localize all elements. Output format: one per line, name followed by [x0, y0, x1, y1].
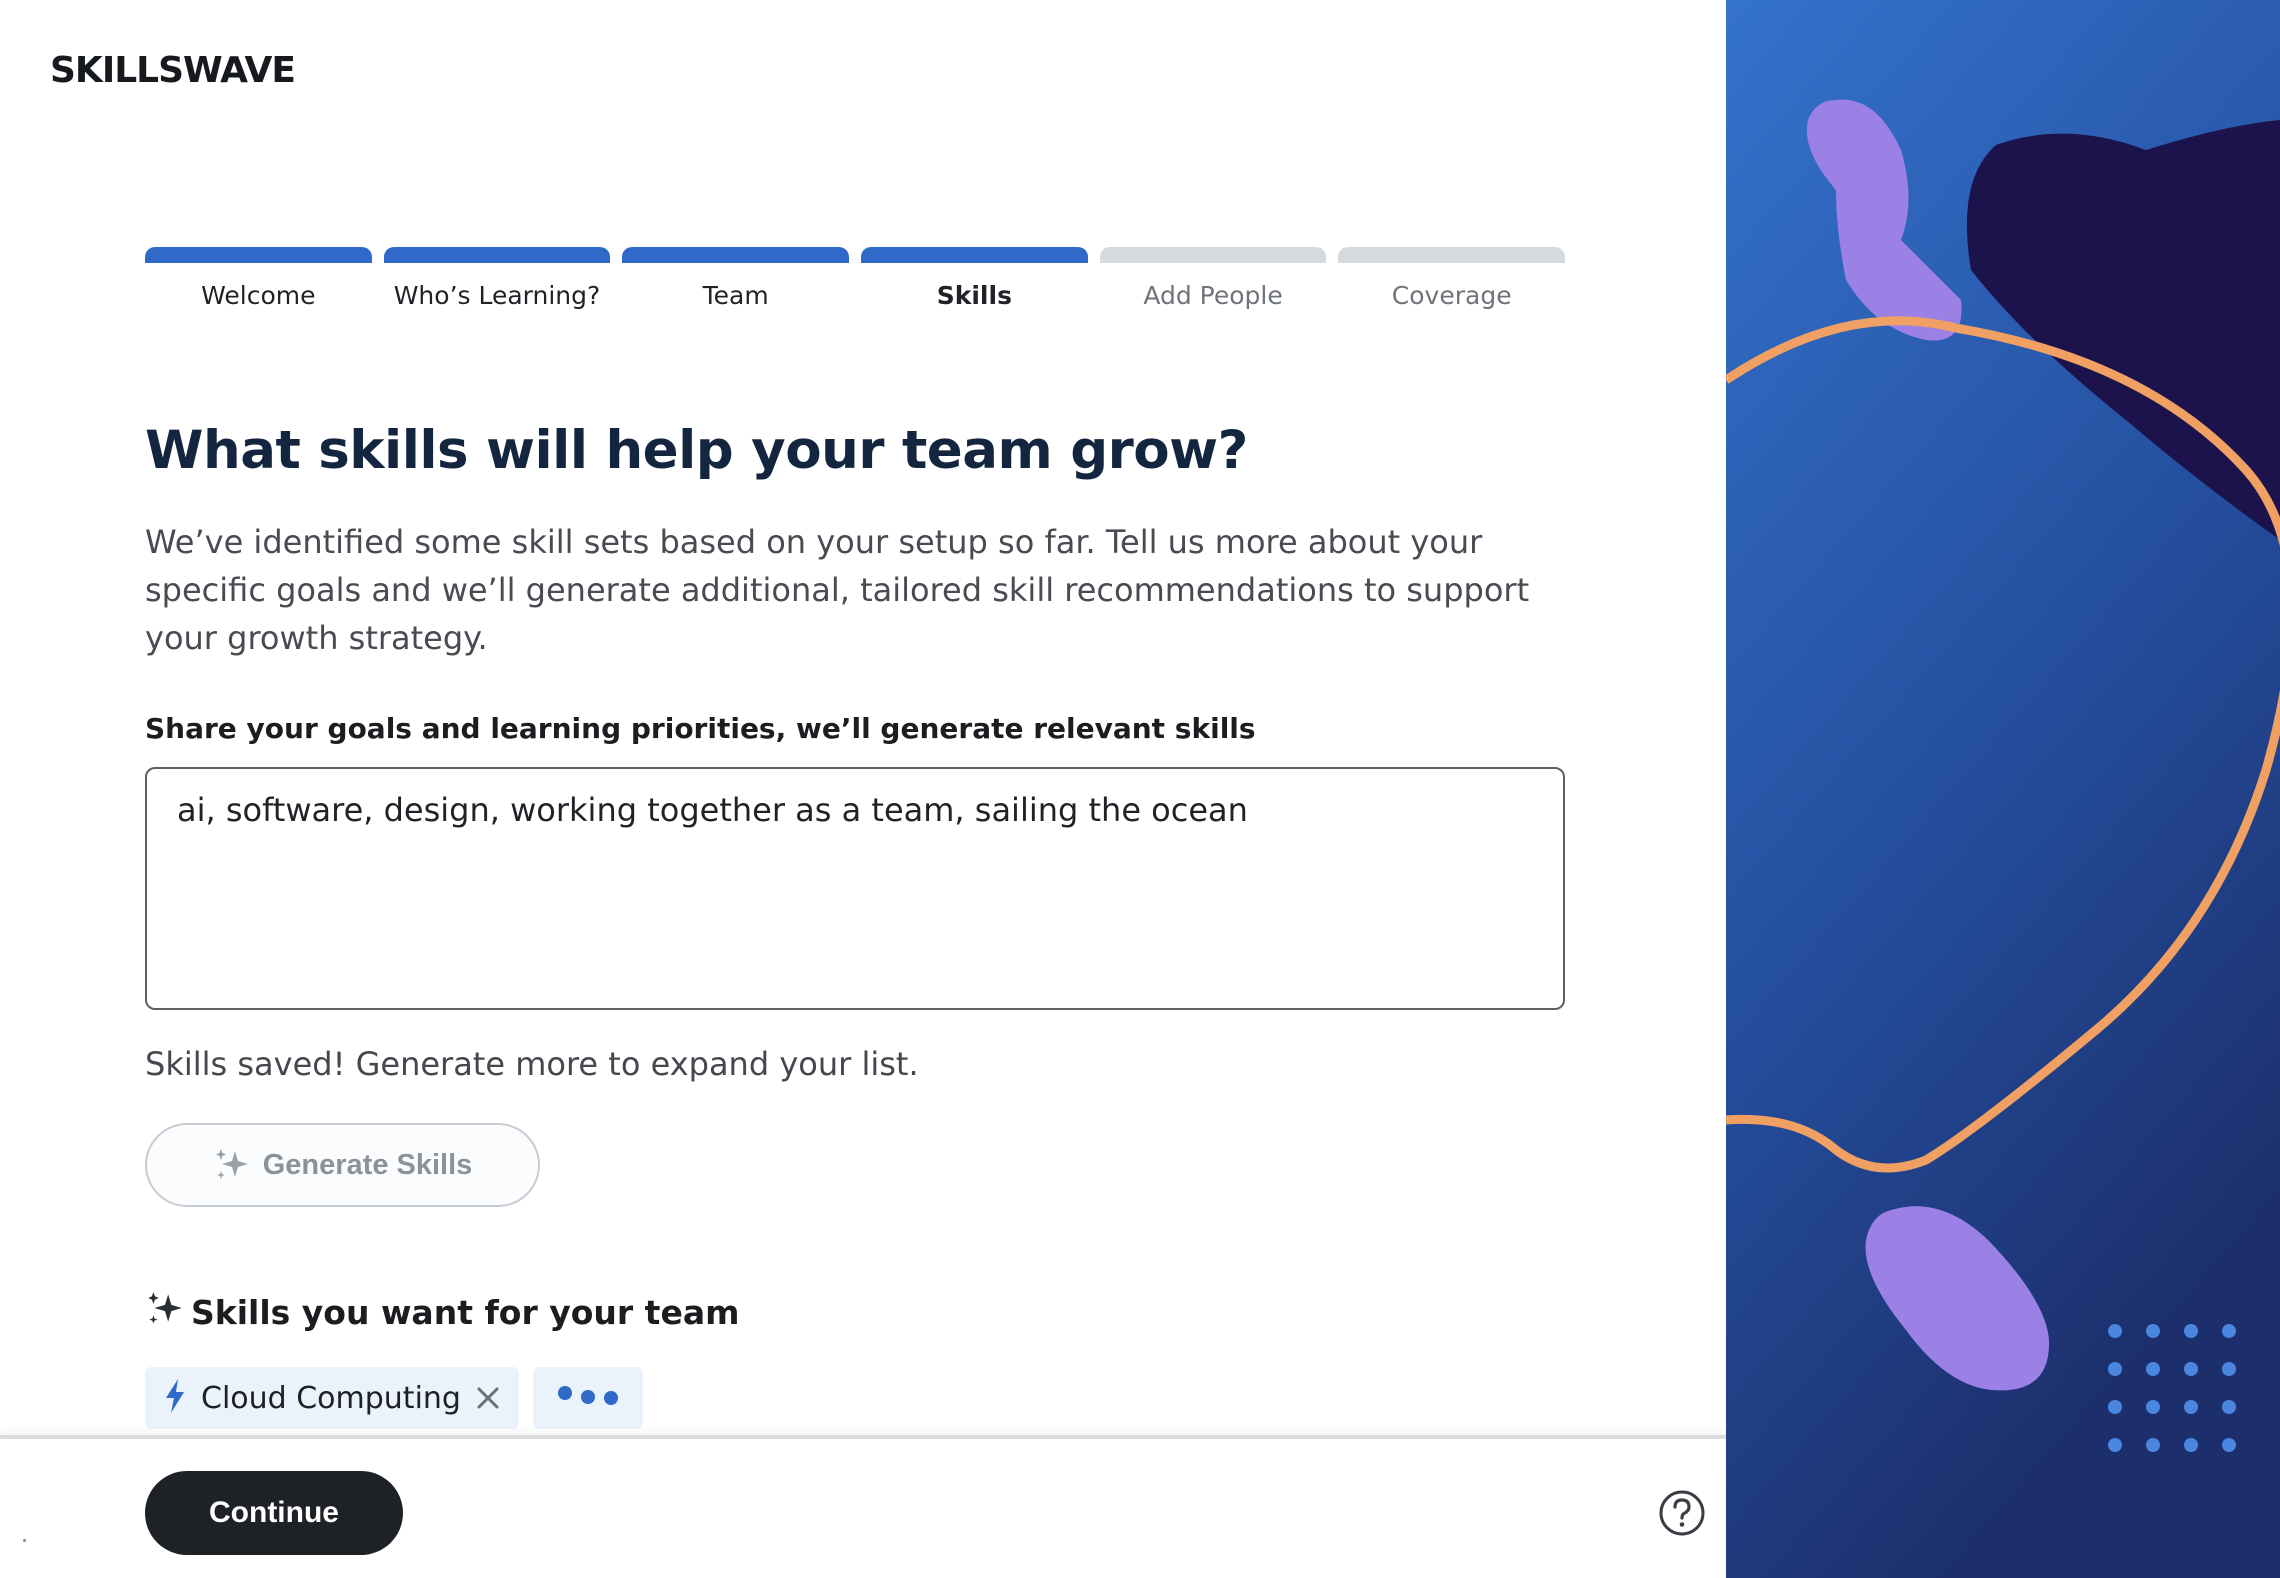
skills-chip-list: Cloud Computing: [145, 1367, 643, 1429]
sparkle-icon: [145, 1288, 185, 1336]
step-label: Skills: [936, 281, 1012, 310]
footer-dot: [23, 1539, 26, 1542]
step-label: Coverage: [1391, 281, 1512, 310]
saved-status-text: Skills saved! Generate more to expand yo…: [145, 1045, 919, 1083]
skills-section-label: Skills you want for your team: [191, 1292, 740, 1332]
step-add-people: Add People: [1099, 247, 1327, 310]
step-coverage: Coverage: [1338, 247, 1566, 310]
step-team[interactable]: Team: [622, 247, 850, 310]
loading-chip: [532, 1367, 643, 1429]
continue-button[interactable]: Continue: [145, 1471, 403, 1555]
step-welcome[interactable]: Welcome: [145, 247, 372, 310]
intro-text: We’ve identified some skill sets based o…: [145, 523, 1530, 657]
footer-bar: Continue: [0, 1435, 1726, 1578]
step-label: Welcome: [201, 281, 316, 310]
step-bar: [1338, 247, 1566, 263]
help-circle-icon[interactable]: [1658, 1489, 1706, 1537]
generate-skills-button[interactable]: Generate Skills: [145, 1123, 540, 1207]
skill-chip: Cloud Computing: [145, 1367, 519, 1429]
generate-skills-label: Generate Skills: [262, 1148, 473, 1181]
goals-input[interactable]: ai, software, design, working together a…: [145, 767, 1565, 1010]
step-bar: [861, 247, 1088, 263]
abstract-illustration: [1726, 0, 2280, 1578]
step-whos-learning[interactable]: Who’s Learning?: [383, 247, 611, 310]
step-bar: [622, 247, 850, 263]
close-icon[interactable]: [475, 1385, 501, 1411]
step-label: Add People: [1143, 281, 1283, 310]
progress-stepper: Welcome Who’s Learning? Team Skills Add …: [145, 247, 1566, 310]
logo-text: SKILLSWAVE: [50, 50, 296, 91]
skills-section-title: Skills you want for your team: [145, 1288, 740, 1336]
skillswave-logo: SKILLSWAVE: [50, 50, 296, 91]
goals-label: Share your goals and learning priorities…: [145, 712, 1256, 745]
step-bar: [1099, 247, 1327, 263]
page-title: What skills will help your team grow?: [145, 420, 1248, 481]
loading-dots-icon: [555, 1381, 621, 1415]
step-skills[interactable]: Skills: [861, 247, 1088, 310]
decorative-panel: [1726, 0, 2280, 1578]
step-label: Who’s Learning?: [393, 281, 601, 310]
skill-chip-label: Cloud Computing: [201, 1380, 461, 1416]
step-bar: [383, 247, 611, 263]
step-bar: [145, 247, 372, 263]
onboarding-main: SKILLSWAVE Welcome Who’s Learning? Team …: [0, 0, 1726, 1578]
step-label: Team: [702, 281, 769, 310]
sparkle-icon: [213, 1145, 251, 1186]
lightning-icon: [163, 1378, 187, 1418]
